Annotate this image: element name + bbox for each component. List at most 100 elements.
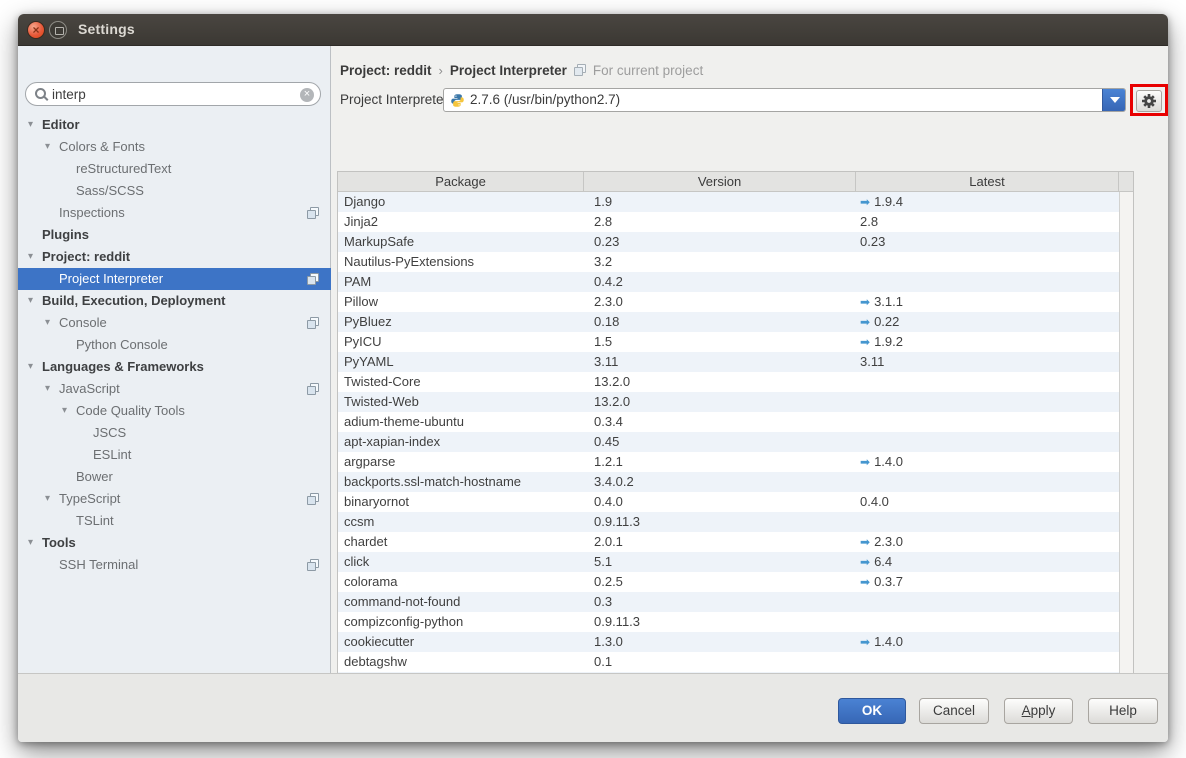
table-row[interactable]: Jinja22.82.8 [338,212,1119,232]
table-row[interactable]: Nautilus-PyExtensions3.2 [338,252,1119,272]
table-row[interactable]: MarkupSafe0.230.23 [338,232,1119,252]
tree-expand-arrow-icon[interactable]: ▾ [28,356,42,378]
package-latest: ➡1.9.4 [856,192,1119,212]
package-version: 0.45 [584,432,856,452]
table-row[interactable]: debtagshw0.1 [338,652,1119,672]
table-row[interactable]: Twisted-Web13.2.0 [338,392,1119,412]
copy-settings-icon [307,493,319,505]
settings-search-box[interactable]: × [25,82,321,106]
table-row[interactable]: backports.ssl-match-hostname3.4.0.2 [338,472,1119,492]
sidebar-item[interactable]: TSLint [18,510,331,532]
sidebar-item[interactable]: Python Console [18,334,331,356]
tree-expand-arrow-icon[interactable]: ▾ [62,400,76,422]
table-row[interactable]: Django1.9➡1.9.4 [338,192,1119,212]
sidebar-item[interactable]: reStructuredText [18,158,331,180]
sidebar-item-label: reStructuredText [76,158,171,180]
interpreter-combobox[interactable]: 2.7.6 (/usr/bin/python2.7) [443,88,1126,112]
package-name: binaryornot [338,492,584,512]
package-latest: ➡0.3.7 [856,572,1119,592]
package-latest: ➡3.1.1 [856,292,1119,312]
table-row[interactable]: PyICU1.5➡1.9.2 [338,332,1119,352]
table-row[interactable]: PyYAML3.113.11 [338,352,1119,372]
table-row[interactable]: Pillow2.3.0➡3.1.1 [338,292,1119,312]
table-row[interactable]: Twisted-Core13.2.0 [338,372,1119,392]
breadcrumb-project: Project: reddit [340,63,432,78]
sidebar-item[interactable]: Inspections [18,202,331,224]
sidebar-item[interactable]: Project Interpreter [18,268,331,290]
table-row[interactable]: ccsm0.9.11.3 [338,512,1119,532]
package-name: Jinja2 [338,212,584,232]
apply-button[interactable]: Apply [1004,698,1073,724]
package-latest: 0.4.0 [856,492,1119,512]
gear-button[interactable] [1136,90,1162,112]
sidebar-item[interactable]: ▾Editor [18,114,331,136]
tree-expand-arrow-icon[interactable]: ▾ [28,290,42,312]
table-row[interactable]: PAM0.4.2 [338,272,1119,292]
sidebar-item[interactable]: ESLint [18,444,331,466]
tree-expand-arrow-icon[interactable]: ▾ [28,114,42,136]
search-input[interactable] [52,84,292,104]
sidebar-item-label: SSH Terminal [59,554,138,576]
package-name: backports.ssl-match-hostname [338,472,584,492]
sidebar-item[interactable]: Sass/SCSS [18,180,331,202]
table-row[interactable]: adium-theme-ubuntu0.3.4 [338,412,1119,432]
table-row[interactable]: binaryornot0.4.00.4.0 [338,492,1119,512]
sidebar-item[interactable]: ▾Build, Execution, Deployment [18,290,331,312]
tree-expand-arrow-icon[interactable]: ▾ [28,246,42,268]
cancel-button[interactable]: Cancel [919,698,989,724]
tree-expand-arrow-icon[interactable]: ▾ [45,136,59,158]
package-version: 1.9 [584,192,856,212]
package-version: 0.18 [584,312,856,332]
table-row[interactable]: click5.1➡6.4 [338,552,1119,572]
sidebar-item[interactable]: ▾Tools [18,532,331,554]
sidebar-item[interactable]: ▾Colors & Fonts [18,136,331,158]
update-arrow-icon: ➡ [860,315,870,329]
package-version: 0.4.2 [584,272,856,292]
table-row[interactable]: command-not-found0.3 [338,592,1119,612]
package-version: 0.3.4 [584,412,856,432]
sidebar-item[interactable]: ▾Project: reddit [18,246,331,268]
table-row[interactable]: apt-xapian-index0.45 [338,432,1119,452]
sidebar-item[interactable]: Plugins [18,224,331,246]
table-row[interactable]: cookiecutter1.3.0➡1.4.0 [338,632,1119,652]
ok-button[interactable]: OK [838,698,906,724]
sidebar-item[interactable]: Bower [18,466,331,488]
sidebar-item-label: Tools [42,532,76,554]
tree-expand-arrow-icon[interactable]: ▾ [45,488,59,510]
table-row[interactable]: chardet2.0.1➡2.3.0 [338,532,1119,552]
package-version: 3.2 [584,252,856,272]
table-row[interactable]: compizconfig-python0.9.11.3 [338,612,1119,632]
tree-expand-arrow-icon[interactable]: ▾ [45,312,59,334]
tree-expand-arrow-icon[interactable]: ▾ [45,378,59,400]
help-button[interactable]: Help [1088,698,1158,724]
tree-expand-arrow-icon[interactable]: ▾ [28,532,42,554]
settings-sidebar: × ▾Editor▾Colors & FontsreStructuredText… [18,46,331,673]
sidebar-item[interactable]: ▾Languages & Frameworks [18,356,331,378]
clear-search-icon[interactable]: × [300,88,314,102]
sidebar-item[interactable]: ▾Code Quality Tools [18,400,331,422]
close-window-icon[interactable]: × [27,21,45,39]
package-name: PyICU [338,332,584,352]
table-row[interactable]: colorama0.2.5➡0.3.7 [338,572,1119,592]
gear-icon [1141,93,1157,109]
table-row[interactable]: argparse1.2.1➡1.4.0 [338,452,1119,472]
table-row[interactable]: PyBluez0.18➡0.22 [338,312,1119,332]
sidebar-item[interactable]: ▾Console [18,312,331,334]
column-header[interactable]: Version [584,172,856,191]
table-scrollbar[interactable] [1119,192,1133,698]
sidebar-item[interactable]: ▾JavaScript [18,378,331,400]
sidebar-item-label: Bower [76,466,113,488]
package-latest [856,252,1119,272]
window-title: Settings [78,21,135,37]
column-header[interactable]: Package [338,172,584,191]
maximize-window-icon[interactable] [49,21,67,39]
package-name: Pillow [338,292,584,312]
column-header[interactable]: Latest [856,172,1119,191]
combobox-dropdown-icon[interactable] [1102,89,1125,111]
dialog-button-bar: OK Cancel Apply Help [18,673,1168,742]
sidebar-item[interactable]: SSH Terminal [18,554,331,576]
sidebar-item[interactable]: ▾TypeScript [18,488,331,510]
package-latest [856,412,1119,432]
sidebar-item[interactable]: JSCS [18,422,331,444]
titlebar[interactable]: × Settings [18,14,1168,46]
